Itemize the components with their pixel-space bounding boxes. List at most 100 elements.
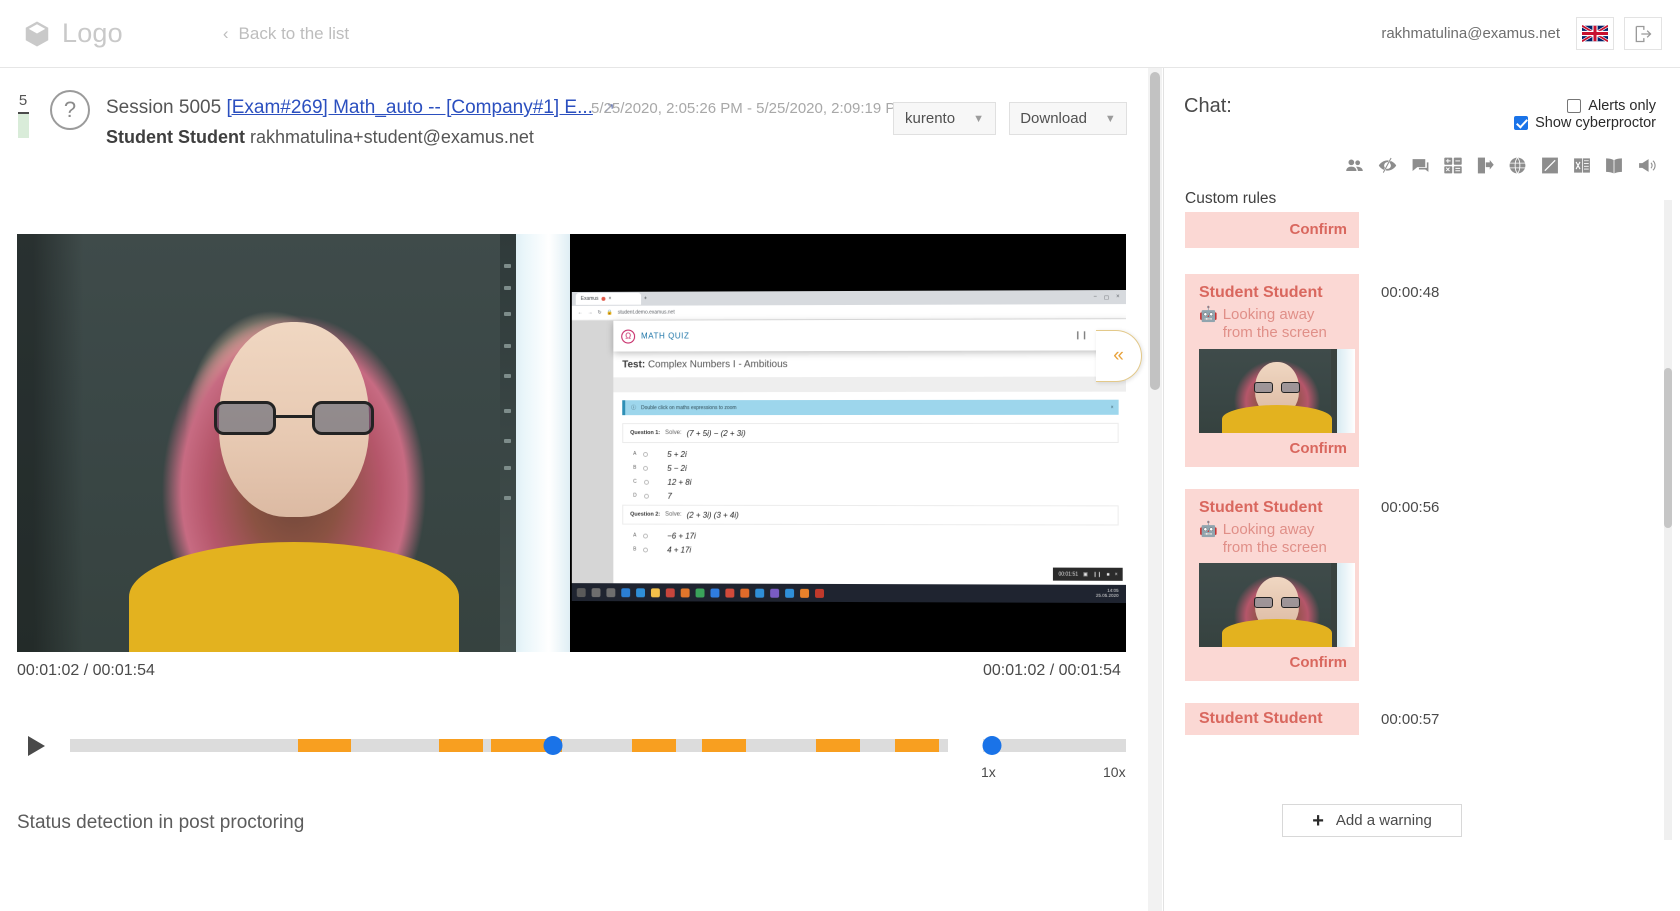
chat-message: Confirm (1185, 212, 1640, 248)
reload-icon: ↻ (597, 309, 602, 316)
cube-icon (22, 19, 52, 49)
megaphone-icon[interactable] (1636, 156, 1658, 175)
q2-expression: (2 + 3i) (3 + 4i) (686, 510, 739, 520)
blinds (500, 234, 516, 652)
session-number: Session 5005 (106, 97, 222, 118)
confirm-button[interactable]: Confirm (1199, 654, 1348, 671)
seek-bar[interactable] (70, 736, 948, 755)
question-mark-icon[interactable]: ? (50, 90, 90, 130)
exam-link[interactable]: [Exam#269] Math_auto -- [Company#1] E... (226, 97, 592, 118)
show-cyberproctor-checkbox[interactable] (1514, 116, 1529, 130)
globe-www-icon[interactable] (1507, 156, 1528, 175)
seek-playhead[interactable] (543, 736, 563, 755)
chat-timestamp: 00:00:48 (1381, 284, 1440, 301)
chat-author: Student Student (1199, 710, 1323, 728)
speed-slider[interactable] (982, 736, 1126, 755)
question-2-box: Question 2: Solve: (2 + 3i) (3 + 4i) (622, 504, 1119, 526)
minimize-icon: − (1093, 293, 1097, 300)
language-flag-button[interactable] (1576, 17, 1614, 50)
cortana-icon (621, 587, 631, 597)
chat-message-list[interactable]: Confirm Student Student 🤖 Looking away f… (1185, 212, 1640, 852)
confirm-button[interactable]: Confirm (1199, 440, 1348, 457)
question-1-options: A 5 + 2i B 5 − 2i C 12 + 8i D 7 (613, 443, 1126, 505)
calculator-icon[interactable] (1443, 156, 1463, 175)
student-email: rakhmatulina+student@examus.net (250, 126, 534, 147)
app-icon (710, 588, 720, 598)
quiz-info-alert: ⓘ Double click on maths expressions to z… (622, 399, 1119, 416)
option-row: A 5 + 2i (633, 447, 1119, 461)
chat-message: Student Student 🤖 Looking away from the … (1185, 274, 1640, 467)
people-icon[interactable] (1344, 156, 1365, 175)
book-icon[interactable] (1604, 156, 1624, 175)
uk-flag-icon (1582, 25, 1608, 42)
excel-icon[interactable] (1572, 156, 1592, 175)
option-key: A (633, 450, 637, 457)
alerts-only-checkbox-row[interactable]: Alerts only (1567, 98, 1656, 114)
main-scrollbar-thumb[interactable] (1150, 72, 1160, 390)
seek-segment (895, 739, 940, 752)
chat-message: Student Student 00:00:57 (1185, 703, 1640, 736)
alerts-only-checkbox[interactable] (1567, 99, 1582, 113)
add-warning-button[interactable]: + Add a warning (1282, 804, 1462, 837)
quiz-header: Ω MATH QUIZ ❙❙ + − (613, 319, 1126, 352)
confirm-button[interactable]: Confirm (1199, 221, 1348, 238)
eye-slash-icon[interactable] (1377, 156, 1398, 175)
robot-icon: 🤖 (1199, 306, 1218, 323)
download-button[interactable]: Download ▼ (1009, 102, 1127, 135)
play-icon[interactable] (28, 736, 45, 756)
recorder-time: 00:01:51 (1058, 571, 1079, 578)
chat-author: Student Student (1199, 498, 1323, 516)
back-nav-icon: ← (577, 309, 583, 316)
chat-thumbnail[interactable] (1199, 563, 1355, 648)
chat-thumbnail[interactable] (1199, 348, 1355, 433)
screen-recording-video[interactable]: Examus × + − ◻ × ← → ↻ 🔒 student.demo.ex… (570, 234, 1126, 652)
header-right: rakhmatulina@examus.net (1381, 17, 1662, 50)
add-warning-label: Add a warning (1335, 812, 1432, 829)
student-line: Student Student rakhmatulina+student@exa… (106, 124, 615, 150)
recording-dot-icon (601, 296, 606, 301)
desktop-left-rail (571, 320, 614, 602)
student-shirt (128, 542, 459, 652)
robot-icon: 🤖 (1199, 520, 1218, 538)
student-name: Student Student (106, 126, 245, 147)
q1-expression: (7 + 5i) − (2 + 3i) (686, 428, 746, 438)
show-cyberproctor-label: Show cyberproctor (1535, 115, 1656, 131)
browser-urlbar: ← → ↻ 🔒 student.demo.examus.net (571, 304, 1126, 321)
lock-icon: 🔒 (606, 309, 613, 316)
chat-bubble-icon[interactable] (1410, 156, 1431, 175)
pencil-note-icon[interactable] (1540, 156, 1560, 175)
alerts-only-label: Alerts only (1588, 98, 1656, 114)
question-1-box: Question 1: Solve: (7 + 5i) − (2 + 3i) (622, 422, 1119, 444)
logout-button[interactable] (1624, 17, 1662, 50)
question-2-options: A −6 + 17i B 4 + 17i (613, 525, 1126, 560)
webcam-video[interactable] (17, 234, 570, 652)
start-icon (576, 587, 586, 597)
status-detection-title: Status detection in post proctoring (17, 812, 305, 833)
player-controls: 1x 10x (0, 728, 1163, 798)
option-value: 7 (667, 491, 672, 501)
chat-scrollbar-thumb[interactable] (1664, 368, 1672, 528)
show-cyberproctor-checkbox-row[interactable]: Show cyberproctor (1514, 115, 1656, 131)
app-icon (695, 587, 705, 597)
collapse-panel-button[interactable]: « (1096, 330, 1142, 382)
proctoring-review-page: Logo ‹ Back to the list rakhmatulina@exa… (0, 0, 1680, 911)
session-time-range: 5/25/2020, 2:05:26 PM - 5/25/2020, 2:09:… (591, 100, 908, 117)
quiz-brand: MATH QUIZ (641, 331, 689, 340)
radio-icon (643, 547, 649, 553)
back-to-list-link[interactable]: ‹ Back to the list (223, 24, 349, 44)
door-exit-icon[interactable] (1475, 156, 1495, 175)
option-value: 5 − 2i (667, 463, 687, 473)
download-label: Download (1020, 110, 1087, 127)
speed-slider-knob[interactable] (982, 736, 1002, 755)
app-icon (755, 588, 765, 598)
chat-message: Student Student 🤖 Looking away from the … (1185, 488, 1640, 682)
session-title-line: Session 5005 [Exam#269] Math_auto -- [Co… (106, 94, 615, 122)
q2-solve: Solve: (665, 511, 682, 518)
chat-reason-text: Looking away from the screen (1222, 520, 1327, 556)
radio-icon (643, 493, 649, 499)
server-select[interactable]: kurento ▼ (893, 102, 996, 135)
window-buttons: − ◻ × (1093, 294, 1123, 301)
logo[interactable]: Logo (22, 18, 123, 49)
new-tab-icon: + (644, 295, 647, 302)
taskview-icon (606, 587, 616, 597)
